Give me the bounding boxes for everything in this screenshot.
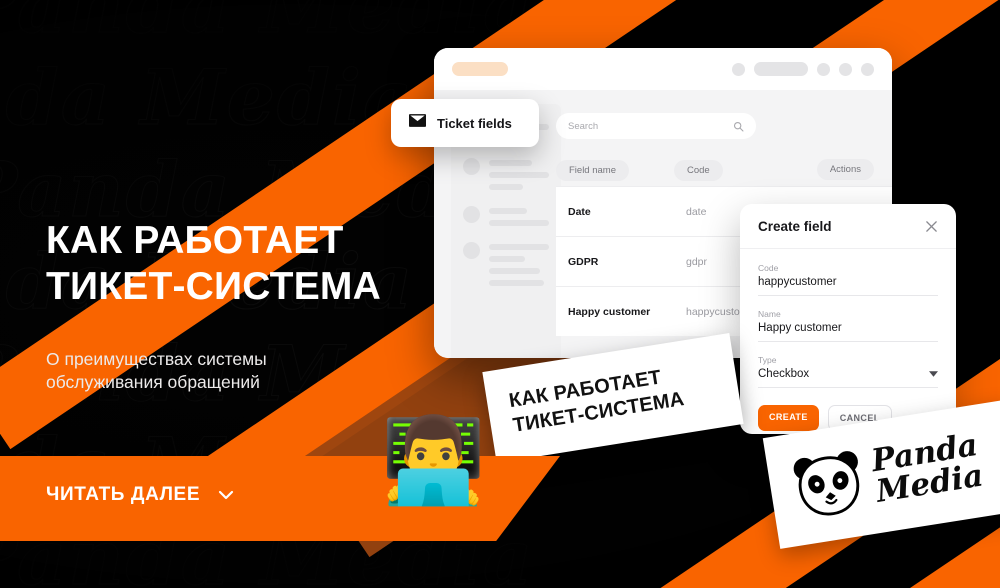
type-select[interactable]: Type Checkbox — [758, 355, 938, 388]
modal-body: Code happycustomer Name Happy customer T… — [740, 249, 956, 388]
skeleton-line — [489, 184, 523, 190]
skeleton-line — [489, 160, 533, 166]
table-header-row: Field name Code Actions — [556, 152, 892, 186]
sidebar-item-label: Ticket fields — [437, 115, 512, 131]
modal-header: Create field — [740, 204, 956, 249]
table-header-cell-wrap: Field name — [556, 160, 674, 181]
subtitle-line-1: О преимуществах системы — [46, 349, 267, 369]
code-field-label: Code — [758, 263, 779, 273]
toolbar-dot-icon[interactable] — [839, 62, 852, 76]
name-field[interactable]: Name Happy customer — [758, 309, 938, 342]
skeleton-line — [489, 172, 549, 178]
modal-title: Create field — [758, 218, 832, 234]
skeleton-avatar — [463, 242, 480, 259]
skeleton-line — [489, 244, 549, 250]
cell-field-name: Date — [568, 205, 591, 218]
sidebar-item-ticket-fields[interactable]: Ticket fields — [391, 99, 539, 147]
mail-envelope-icon — [409, 114, 426, 132]
close-icon[interactable] — [925, 220, 938, 233]
skeleton-lines — [489, 158, 549, 190]
title-line-1: КАК РАБОТАЕТ — [46, 219, 344, 262]
brand-logo-text: Panda Media — [869, 427, 986, 510]
skeleton-lines — [489, 242, 549, 286]
poster-canvas: Panda Media Panda Media Panda Media Pand… — [0, 0, 1000, 588]
column-header-code[interactable]: Code — [674, 160, 723, 181]
developer-emoji: 👨‍💻 — [381, 413, 486, 507]
skeleton-group — [463, 158, 549, 190]
page-subtitle: О преимуществах системы обслуживания обр… — [46, 348, 366, 394]
skeleton-line — [489, 256, 525, 262]
panda-head-icon — [793, 451, 860, 516]
create-field-modal: Create field Code happycustomer Name Hap… — [740, 204, 956, 434]
toolbar-dot-icon[interactable] — [732, 62, 745, 76]
read-more-label: ЧИТАТЬ ДАЛЕЕ — [46, 484, 201, 505]
create-button[interactable]: CREATE — [758, 405, 819, 431]
browser-toolbar — [434, 48, 892, 90]
cell-field-name: Happy customer — [568, 305, 651, 318]
type-field-value: Checkbox — [758, 368, 810, 380]
search-placeholder: Search — [568, 120, 599, 132]
table-header-cell-wrap: Code — [674, 160, 794, 181]
url-bar-placeholder[interactable] — [452, 62, 508, 76]
read-more-button[interactable]: ЧИТАТЬ ДАЛЕЕ — [46, 484, 234, 506]
column-header-field-name[interactable]: Field name — [556, 160, 629, 181]
code-field-value: happycustomer — [758, 276, 837, 288]
search-input[interactable]: Search — [556, 113, 756, 139]
sticker-text: КАК РАБОТАЕТ ТИКЕТ-СИСТЕМА — [486, 362, 686, 442]
skeleton-lines — [489, 206, 549, 226]
skeleton-avatar — [463, 206, 480, 223]
toolbar-dot-icon[interactable] — [861, 62, 874, 76]
toolbar-pill-placeholder[interactable] — [754, 62, 808, 76]
type-field-label: Type — [758, 355, 777, 365]
browser-toolbar-controls — [732, 62, 874, 76]
code-field[interactable]: Code happycustomer — [758, 263, 938, 296]
skeleton-group — [463, 206, 549, 226]
name-field-value: Happy customer — [758, 322, 842, 334]
skeleton-avatar — [463, 158, 480, 175]
page-title: КАК РАБОТАЕТ ТИКЕТ-СИСТЕМА — [46, 218, 466, 310]
skeleton-line — [489, 220, 549, 226]
column-header-actions[interactable]: Actions — [816, 158, 874, 180]
skeleton-line — [489, 208, 528, 214]
toolbar-dot-icon[interactable] — [817, 62, 830, 76]
cell-field-name: GDPR — [568, 255, 599, 268]
table-header-cell-wrap: Actions — [794, 158, 892, 180]
skeleton-group — [463, 242, 549, 286]
title-line-2: ТИКЕТ-СИСТЕМА — [46, 265, 381, 308]
skeleton-line — [489, 280, 545, 286]
subtitle-line-2: обслуживания обращений — [46, 372, 260, 392]
name-field-label: Name — [758, 309, 781, 319]
skeleton-line — [489, 268, 540, 274]
search-icon — [733, 121, 744, 132]
chevron-down-icon[interactable] — [218, 487, 234, 503]
